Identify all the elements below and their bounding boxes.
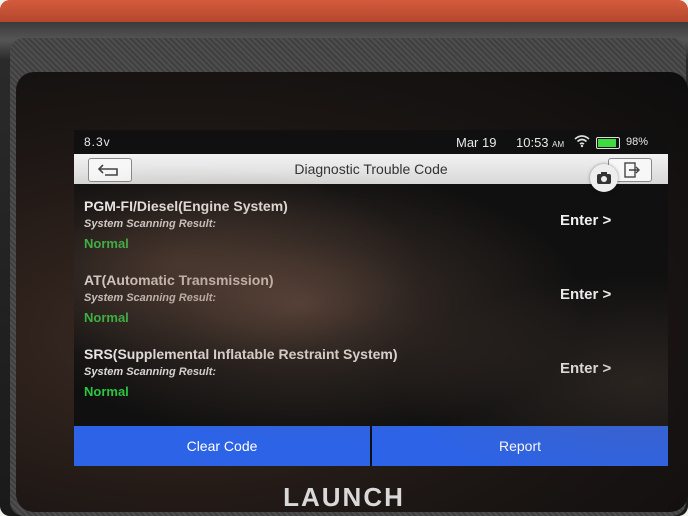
result-label: System Scanning Result: bbox=[84, 292, 217, 304]
time-value: 10:53 bbox=[516, 135, 549, 150]
result-value: Normal bbox=[84, 384, 129, 399]
status-time: 10:53 AM bbox=[516, 135, 564, 150]
system-row-transmission: AT(Automatic Transmission) System Scanni… bbox=[74, 272, 668, 346]
enter-button[interactable]: Enter > bbox=[560, 360, 611, 377]
battery-fill bbox=[598, 139, 616, 147]
wifi-icon bbox=[574, 134, 590, 151]
screenshot-button[interactable] bbox=[590, 164, 618, 192]
page-title: Diagnostic Trouble Code bbox=[294, 161, 448, 177]
status-bar: 8.3v Mar 19 10:53 AM 98% bbox=[74, 130, 668, 154]
result-value: Normal bbox=[84, 310, 129, 325]
title-bar: Diagnostic Trouble Code bbox=[74, 154, 668, 184]
clear-code-button[interactable]: Clear Code bbox=[74, 426, 370, 466]
enter-button[interactable]: Enter > bbox=[560, 212, 611, 229]
result-value: Normal bbox=[84, 236, 129, 251]
system-row-engine: PGM-FI/Diesel(Engine System) System Scan… bbox=[74, 198, 668, 272]
time-suffix: AM bbox=[552, 140, 565, 149]
system-name: PGM-FI/Diesel(Engine System) bbox=[84, 198, 288, 214]
scan-tool-device: 8.3v Mar 19 10:53 AM 98% Diagnostic Trou… bbox=[0, 0, 688, 516]
result-label: System Scanning Result: bbox=[84, 366, 217, 378]
battery-icon bbox=[596, 137, 620, 149]
system-row-srs: SRS(Supplemental Inflatable Restraint Sy… bbox=[74, 346, 668, 420]
result-label: System Scanning Result: bbox=[84, 218, 217, 230]
brand-logo: LAUNCH bbox=[283, 482, 405, 512]
system-name: AT(Automatic Transmission) bbox=[84, 272, 274, 288]
status-date: Mar 19 bbox=[456, 135, 497, 150]
enter-button[interactable]: Enter > bbox=[560, 286, 611, 303]
bottom-action-bar: Clear Code Report bbox=[74, 426, 668, 466]
rubber-case-top bbox=[0, 0, 688, 22]
camera-icon bbox=[590, 172, 618, 196]
report-button[interactable]: Report bbox=[372, 426, 668, 466]
screen: 8.3v Mar 19 10:53 AM 98% Diagnostic Trou… bbox=[74, 130, 668, 466]
battery-percent: 98% bbox=[626, 136, 649, 148]
voltage-readout: 8.3v bbox=[84, 135, 111, 149]
system-name: SRS(Supplemental Inflatable Restraint Sy… bbox=[84, 346, 398, 362]
